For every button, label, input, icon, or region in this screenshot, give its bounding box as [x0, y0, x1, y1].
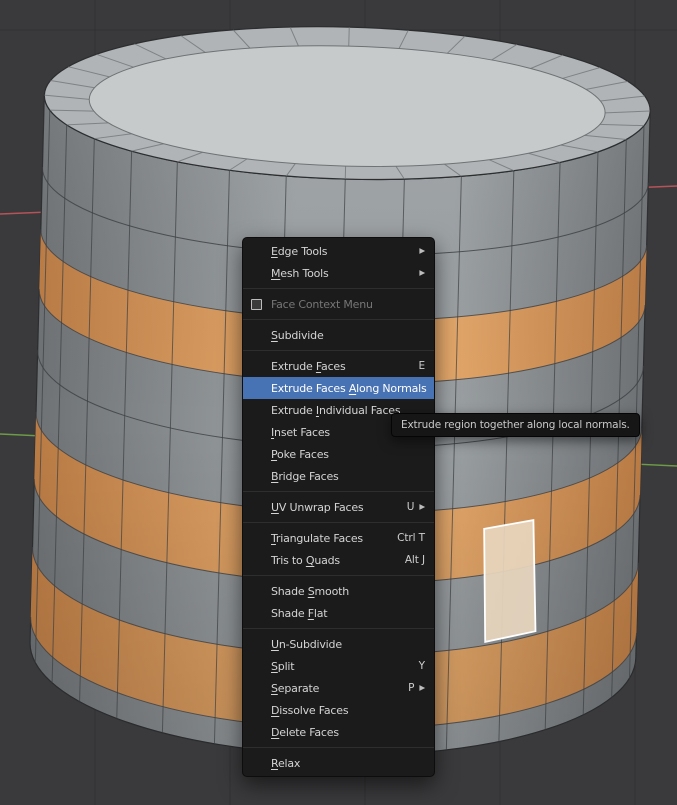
menu-item-edge-tools[interactable]: Edge Tools ▶ [243, 240, 434, 262]
shortcut-label: Ctrl T [397, 532, 425, 544]
menu-item-shade-smooth[interactable]: Shade Smooth [243, 580, 434, 602]
menu-item-triangulate-faces[interactable]: Triangulate Faces Ctrl T [243, 527, 434, 549]
submenu-arrow-icon: ▶ [419, 246, 425, 256]
menu-item-right: Ctrl T [397, 532, 425, 544]
menu-item-label: Split [271, 659, 295, 673]
menu-item-label: Separate [271, 681, 320, 695]
menu-item-label: Shade Smooth [271, 584, 350, 598]
face-context-menu: Edge Tools ▶ Mesh Tools ▶ Face Context Menu S… [242, 237, 435, 777]
menu-item-right: Alt J [405, 554, 425, 566]
menu-separator [243, 518, 434, 527]
menu-item-label: Dissolve Faces [271, 703, 349, 717]
menu-item-label: Delete Faces [271, 725, 339, 739]
menu-item-label: Triangulate Faces [271, 531, 363, 545]
menu-item-label: Edge Tools [271, 244, 328, 258]
menu-item-un-subdivide[interactable]: Un-Subdivide [243, 633, 434, 655]
menu-item-label: Relax [271, 756, 301, 770]
menu-item-label: Extrude Individual Faces [271, 403, 401, 417]
menu-item-uv-unwrap-faces[interactable]: UV Unwrap Faces U ▶ [243, 496, 434, 518]
menu-item-label: Shade Flat [271, 606, 328, 620]
menu-item-label: Subdivide [271, 328, 324, 342]
menu-item-mesh-tools[interactable]: Mesh Tools ▶ [243, 262, 434, 284]
menu-item-label: Mesh Tools [271, 266, 329, 280]
submenu-arrow-icon: ▶ [419, 268, 425, 278]
menu-item-right: E [418, 360, 425, 372]
menu-item-right: Y [419, 660, 425, 672]
menu-separator [243, 315, 434, 324]
shortcut-label: Y [418, 660, 425, 672]
submenu-arrow-icon: ▶ [419, 683, 425, 693]
shortcut-label: P [408, 682, 415, 694]
shortcut-label: Alt J [404, 554, 425, 566]
menu-item-extrude-faces[interactable]: Extrude Faces E [243, 355, 434, 377]
menu-item-right: ▶ [419, 269, 425, 277]
active-face-highlight[interactable] [481, 519, 538, 643]
menu-item-face-context-menu: Face Context Menu [243, 293, 434, 315]
menu-item-label: Bridge Faces [271, 469, 339, 483]
menu-item-shade-flat[interactable]: Shade Flat [243, 602, 434, 624]
menu-separator [243, 624, 434, 633]
menu-separator [243, 571, 434, 580]
menu-item-tris-to-quads[interactable]: Tris to Quads Alt J [243, 549, 434, 571]
menu-item-right: U ▶ [407, 501, 425, 513]
submenu-arrow-icon: ▶ [419, 502, 425, 512]
menu-item-right: P ▶ [408, 682, 425, 694]
menu-item-extrude-faces-along-normals[interactable]: Extrude Faces Along Normals [243, 377, 434, 399]
menu-item-label: Inset Faces [271, 425, 330, 439]
tooltip: Extrude region together along local norm… [391, 413, 640, 437]
menu-item-split[interactable]: Split Y [243, 655, 434, 677]
tooltip-text: Extrude region together along local norm… [401, 419, 630, 431]
menu-item-label: Un-Subdivide [271, 637, 342, 651]
menu-item-label: Face Context Menu [271, 297, 373, 311]
shortcut-label: U [406, 501, 415, 513]
menu-item-delete-faces[interactable]: Delete Faces [243, 721, 434, 743]
menu-item-relax[interactable]: Relax [243, 752, 434, 774]
shortcut-label: E [418, 360, 425, 372]
menu-item-separate[interactable]: Separate P ▶ [243, 677, 434, 699]
menu-item-right: ▶ [419, 247, 425, 255]
menu-separator [243, 487, 434, 496]
menu-separator [243, 346, 434, 355]
menu-item-label: Extrude Faces [271, 359, 346, 373]
menu-item-dissolve-faces[interactable]: Dissolve Faces [243, 699, 434, 721]
menu-separator [243, 743, 434, 752]
menu-separator [243, 284, 434, 293]
menu-item-poke-faces[interactable]: Poke Faces [243, 443, 434, 465]
menu-panel-icon [251, 299, 262, 310]
menu-item-label: UV Unwrap Faces [271, 500, 364, 514]
menu-item-subdivide[interactable]: Subdivide [243, 324, 434, 346]
menu-item-label: Poke Faces [271, 447, 329, 461]
menu-item-label: Extrude Faces Along Normals [271, 381, 427, 395]
stage: Edge Tools ▶ Mesh Tools ▶ Face Context Menu S… [0, 0, 677, 805]
menu-item-bridge-faces[interactable]: Bridge Faces [243, 465, 434, 487]
menu-item-label: Tris to Quads [271, 553, 340, 567]
